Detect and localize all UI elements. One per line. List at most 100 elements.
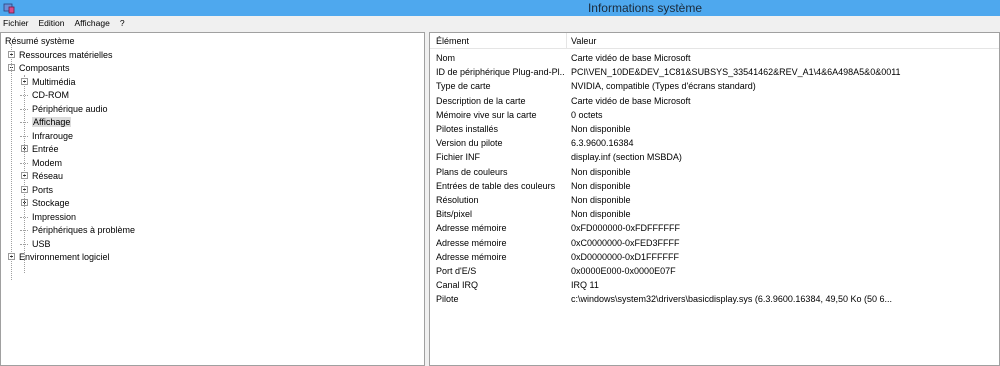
tree-item-label: Infrarouge [32, 130, 74, 141]
cell-element: Pilote [436, 294, 459, 305]
tree-item-label: Ressources matérielles [19, 49, 113, 60]
tree-item-label: Environnement logiciel [19, 252, 110, 262]
cell-value: c:\windows\system32\drivers\basicdisplay… [571, 294, 892, 305]
cell-value: 0x0000E000-0x0000E07F [571, 266, 676, 276]
cell-value: Non disponible [571, 124, 631, 134]
cell-value: Carte vidéo de base Microsoft [571, 53, 691, 63]
tree-item[interactable]: Impression [20, 211, 77, 224]
details-list[interactable]: Élément Valeur Nom Carte vidéo de base Mi… [429, 32, 1000, 366]
cell-element: Version du pilote [436, 138, 503, 149]
tree-item[interactable]: Périphériques à problème [20, 224, 136, 237]
title-bar: Informations système [0, 0, 1000, 16]
cell-value: 0xD0000000-0xD1FFFFFF [571, 251, 680, 262]
menu-edition[interactable]: Edition [39, 18, 65, 28]
table-row[interactable]: ID de périphérique Plug-and-Pl... PCI\VEN… [430, 65, 999, 79]
cell-value: 6.3.9600.16384 [571, 138, 634, 149]
tree-item[interactable]: Multimédia [21, 76, 76, 89]
column-divider[interactable] [566, 33, 567, 48]
cell-element: Pilotes installés [436, 124, 499, 134]
tree-guide-line [24, 75, 25, 273]
tree-item[interactable]: Réseau [21, 170, 63, 183]
cell-element: Bits/pixel [436, 209, 473, 220]
tree-item[interactable]: CD-ROM [20, 89, 69, 102]
cell-value: 0xC0000000-0xFED3FFFF [571, 237, 680, 248]
table-row[interactable]: Entrées de table des couleurs Non disponi… [430, 179, 999, 193]
tree-item-label: Affichage [32, 117, 72, 127]
list-header: Élément Valeur [430, 33, 999, 49]
table-row[interactable]: Adresse mémoire 0xFD000000-0xFDFFFFFF [430, 221, 999, 235]
cell-element: Adresse mémoire [436, 237, 507, 248]
tree-item-label: Multimédia [32, 76, 76, 87]
cell-element: Description de la carte [436, 95, 526, 106]
tree-item-label: CD-ROM [32, 90, 69, 100]
tree-item-label: Stockage [32, 198, 70, 208]
cell-element: Nom [436, 53, 456, 63]
menu-bar: Fichier Edition Affichage ? [0, 16, 1000, 30]
cell-element: Résolution [436, 195, 479, 205]
tree-item-label: Impression [32, 211, 77, 222]
tree-item[interactable]: Entrée [21, 143, 59, 156]
cell-element: Type de carte [436, 81, 491, 92]
tree-item[interactable]: Composants [8, 62, 70, 75]
cell-element: ID de périphérique Plug-and-Pl... [436, 67, 564, 78]
table-row[interactable]: Mémoire vive sur la carte 0 octets [430, 108, 999, 122]
table-row[interactable]: Plans de couleurs Non disponible [430, 165, 999, 179]
tree-item[interactable]: Périphérique audio [20, 103, 108, 116]
cell-value: 0xFD000000-0xFDFFFFFF [571, 223, 681, 234]
menu-help[interactable]: ? [120, 18, 125, 28]
cell-value: Carte vidéo de base Microsoft [571, 95, 691, 106]
table-row[interactable]: Adresse mémoire 0xC0000000-0xFED3FFFF [430, 236, 999, 250]
cell-element: Adresse mémoire [436, 251, 507, 262]
tree-item[interactable]: Ressources matérielles [8, 49, 113, 62]
cell-element: Adresse mémoire [436, 223, 507, 234]
table-row[interactable]: Type de carte NVIDIA, compatible (Types d… [430, 79, 999, 93]
cell-element: Entrées de table des couleurs [436, 180, 556, 191]
cell-value: PCI\VEN_10DE&DEV_1C81&SUBSYS_33541462&RE… [571, 67, 901, 78]
tree-item-label: Entrée [32, 144, 59, 154]
table-row[interactable]: Résolution Non disponible [430, 193, 999, 207]
table-row[interactable]: Version du pilote 6.3.9600.16384 [430, 136, 999, 150]
menu-affichage[interactable]: Affichage [75, 18, 110, 28]
column-header-value[interactable]: Valeur [571, 36, 596, 46]
tree-item[interactable]: Affichage [20, 116, 72, 129]
tree-guide-line [11, 44, 12, 280]
cell-value: display.inf (section MSBDA) [571, 152, 682, 163]
tree-root-label: Résumé système [5, 36, 75, 46]
menu-fichier[interactable]: Fichier [3, 18, 29, 28]
tree-item-label: USB [32, 238, 51, 249]
window-title: Informations système [587, 1, 703, 15]
cell-element: Canal IRQ [436, 280, 479, 291]
column-header-element[interactable]: Élément [436, 36, 469, 46]
tree-item[interactable]: Infrarouge [20, 130, 74, 143]
tree-item[interactable]: USB [20, 238, 51, 251]
table-row[interactable]: Port d'E/S 0x0000E000-0x0000E07F [430, 264, 999, 278]
tree-item[interactable]: Modem [20, 157, 62, 170]
cell-value: NVIDIA, compatible (Types d'écrans stand… [571, 81, 756, 92]
table-row[interactable]: Pilote c:\windows\system32\drivers\basicd… [430, 292, 999, 306]
tree-item-label: Périphériques à problème [32, 225, 136, 235]
tree-root[interactable]: Résumé système [5, 35, 75, 48]
tree-item-label: Ports [32, 184, 54, 195]
table-row[interactable]: Pilotes installés Non disponible [430, 122, 999, 136]
table-row[interactable]: Fichier INF display.inf (section MSBDA) [430, 150, 999, 164]
cell-value: 0 octets [571, 109, 603, 120]
table-row[interactable]: Adresse mémoire 0xD0000000-0xD1FFFFFF [430, 250, 999, 264]
table-row[interactable]: Bits/pixel Non disponible [430, 207, 999, 221]
cell-element: Fichier INF [436, 152, 481, 163]
cell-value: Non disponible [571, 195, 631, 205]
cell-value: IRQ 11 [571, 280, 599, 291]
table-row[interactable]: Canal IRQ IRQ 11 [430, 278, 999, 292]
cell-value: Non disponible [571, 166, 631, 177]
tree-item-label: Périphérique audio [32, 103, 108, 114]
table-row[interactable]: Description de la carte Carte vidéo de ba… [430, 94, 999, 108]
tree-item[interactable]: Stockage [21, 197, 70, 210]
table-row[interactable]: Nom Carte vidéo de base Microsoft [430, 51, 999, 65]
cell-element: Port d'E/S [436, 266, 477, 276]
cell-value: Non disponible [571, 180, 631, 191]
cell-element: Plans de couleurs [436, 166, 508, 177]
category-tree[interactable]: Résumé système Ressources matérielles Com… [0, 32, 425, 366]
tree-item-label: Composants [19, 63, 70, 73]
cell-element: Mémoire vive sur la carte [436, 109, 537, 120]
tree-item[interactable]: Ports [21, 184, 53, 197]
tree-item-label: Réseau [32, 171, 64, 181]
